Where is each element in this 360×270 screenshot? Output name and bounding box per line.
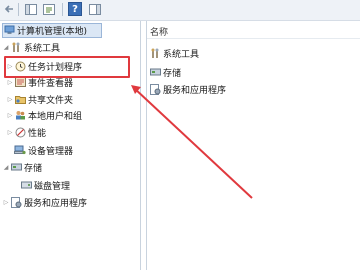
tree-item-label: 设备管理器 [28,146,74,157]
storage-icon [10,161,22,173]
properties-icon[interactable] [42,2,56,16]
performance-icon [14,126,26,138]
collapse-arrow-icon[interactable]: ◢ [2,164,10,171]
show-hide-icon[interactable] [88,2,102,16]
tree-item-label: 存储 [24,163,43,174]
tree-item-shared-folders[interactable]: ▷ 共享文件夹 [6,92,73,106]
tree-item-disk-management[interactable]: 磁盘管理 [20,178,70,192]
list-item[interactable]: 系统工具 [149,46,199,60]
list-item[interactable]: 存储 [149,65,181,79]
expand-arrow-icon[interactable]: ▷ [6,79,14,86]
expand-arrow-icon[interactable]: ▷ [6,129,14,136]
tree-item-system-tools[interactable]: ◢ 系统工具 [2,40,60,54]
tree-item-label: 服务和应用程序 [24,198,88,209]
computer-icon [3,24,15,36]
users-icon [14,109,26,121]
tree-root-label: 计算机管理(本地) [17,26,88,37]
toolbar: ? [0,0,360,21]
tree-item-label: 性能 [28,128,47,139]
toolbar-separator [62,3,63,16]
tree-item-label: 系统工具 [24,43,61,54]
collapse-arrow-icon[interactable]: ◢ [2,44,10,51]
tree-item-label: 共享文件夹 [28,95,74,106]
shared-folder-icon [14,93,26,105]
expand-arrow-icon[interactable]: ▷ [6,96,14,103]
device-manager-icon [14,144,26,156]
tree-root[interactable]: 计算机管理(本地) [3,23,87,37]
back-arrow-icon[interactable] [2,2,16,16]
header-divider [147,38,360,39]
expand-arrow-icon[interactable]: ▷ [6,112,14,119]
tools-icon [10,41,22,53]
tree-item-local-users[interactable]: ▷ 本地用户和组 [6,108,82,122]
list-item-label: 系统工具 [163,49,200,60]
tree-item-services-apps[interactable]: ▷ 服务和应用程序 [2,195,87,209]
tree-item-storage[interactable]: ◢ 存储 [2,160,42,174]
annotation-highlight-box [4,56,130,78]
tree-item-device-manager[interactable]: 设备管理器 [14,143,73,157]
expand-arrow-icon[interactable]: ▷ [2,199,10,206]
tools-icon [149,47,161,59]
services-icon [10,196,22,208]
column-header-name[interactable]: 名称 [150,25,168,38]
tree-item-performance[interactable]: ▷ 性能 [6,125,46,139]
tree-item-label: 本地用户和组 [28,111,83,122]
tree-item-label: 磁盘管理 [34,181,71,192]
disk-icon [20,179,32,191]
list-item-label: 服务和应用程序 [163,85,227,96]
list-item[interactable]: 服务和应用程序 [149,82,226,96]
storage-icon [149,66,161,78]
toolbar-separator [18,3,19,16]
help-icon[interactable]: ? [68,2,82,16]
console-tree-icon[interactable] [24,2,38,16]
list-item-label: 存储 [163,68,182,79]
services-icon [149,83,161,95]
